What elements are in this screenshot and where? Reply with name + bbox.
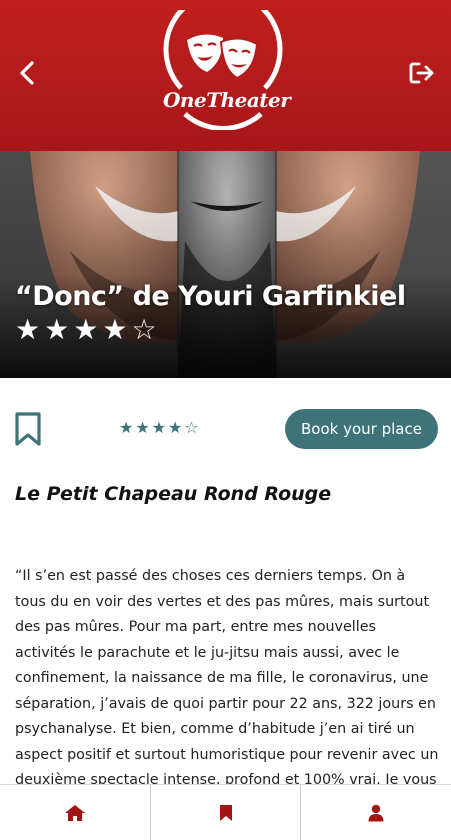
- theater-masks-icon: [163, 0, 283, 132]
- bookmark-icon: [219, 804, 232, 821]
- star-icon: ★: [135, 418, 150, 437]
- app-name: OneTheater: [163, 88, 291, 112]
- star-outline-icon: ☆: [131, 313, 157, 346]
- nav-home[interactable]: [0, 785, 150, 840]
- rating-stars: ★ ★ ★ ★ ☆: [119, 418, 199, 438]
- app-header: OneTheater: [0, 0, 451, 151]
- logout-icon: [409, 62, 434, 84]
- star-icon: ★: [119, 418, 134, 437]
- venue-name: Le Petit Chapeau Rond Rouge: [15, 483, 332, 505]
- book-your-place-button[interactable]: Book your place: [285, 409, 438, 449]
- star-icon: ★: [15, 313, 41, 346]
- chevron-left-icon: [20, 61, 34, 85]
- app-logo: OneTheater: [163, 0, 291, 132]
- nav-profile[interactable]: [300, 785, 451, 840]
- show-hero-image: “Donc” de Youri Garfinkiel ★ ★ ★ ★ ☆: [0, 151, 451, 378]
- user-icon: [368, 804, 384, 821]
- back-button[interactable]: [12, 58, 42, 88]
- star-icon: ★: [73, 313, 99, 346]
- hero-rating-stars: ★ ★ ★ ★ ☆: [15, 315, 157, 345]
- star-icon: ★: [44, 313, 70, 346]
- nav-bookmarks[interactable]: [149, 785, 301, 840]
- star-icon: ★: [102, 313, 128, 346]
- bottom-navigation: [0, 784, 451, 840]
- home-icon: [64, 804, 85, 821]
- bookmark-icon: [15, 412, 41, 446]
- star-icon: ★: [168, 418, 183, 437]
- star-icon: ★: [151, 418, 167, 437]
- show-actions: ★ ★ ★ ★ ☆ Book your place: [0, 378, 451, 478]
- show-description: “Il s’en est passé des choses ces dernie…: [15, 568, 439, 814]
- logout-button[interactable]: [407, 58, 437, 88]
- star-outline-icon: ☆: [184, 418, 199, 437]
- bookmark-button[interactable]: [14, 411, 42, 447]
- show-title: “Donc” de Youri Garfinkiel: [15, 281, 406, 312]
